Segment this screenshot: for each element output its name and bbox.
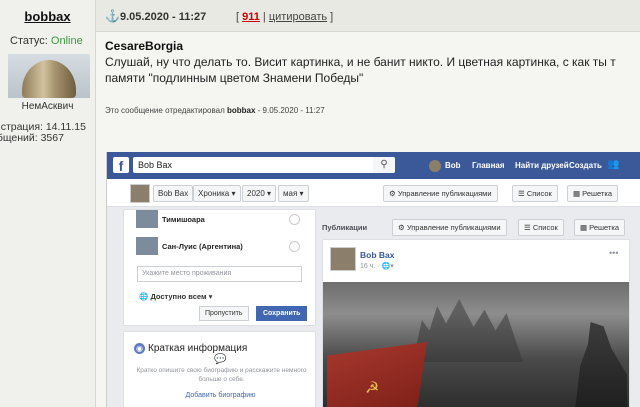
- fb-info-card: ◉ Краткая информация 💬 Кратко опишите св…: [123, 331, 316, 407]
- fb-list-button: ☰ Список: [512, 185, 558, 202]
- post-number-link[interactable]: 911: [242, 11, 260, 23]
- fb-list-label-2: Список: [532, 223, 558, 232]
- fb-nav-profile: Bob: [445, 161, 461, 170]
- edit-note: Это сообщение отредактировал bobbax - 9.…: [105, 106, 325, 115]
- fb-post-author: Bob Bax: [360, 250, 395, 260]
- fb-post: Bob Bax 16 ч. · 🌐▾ ••• ☭: [322, 239, 630, 407]
- fb-place-input: Укажите место проживания: [137, 266, 302, 282]
- user-panel: bobbax Статус: Online НемАсквич гистраци…: [0, 0, 96, 407]
- fb-subbar: Bob Bax Хроника ▾ 2020 ▾ мая ▾ ⚙ Управле…: [107, 179, 640, 207]
- post-date: 9.05.2020 - 11:27: [120, 11, 207, 23]
- place-thumbnail: [136, 237, 158, 255]
- embedded-screenshot: f Bob Bax ⚲ Bob Главная Найти друзей Соз…: [106, 152, 640, 407]
- fb-post-avatar: [330, 247, 356, 271]
- fb-list-label: Список: [526, 189, 552, 198]
- avatar-image: [22, 60, 76, 98]
- quote-link[interactable]: цитировать: [269, 11, 327, 23]
- facebook-logo-icon: f: [113, 157, 129, 174]
- fb-nav-friends: Найти друзей: [515, 161, 569, 170]
- fb-publications-label: Публикации: [322, 223, 368, 232]
- more-icon: •••: [609, 248, 619, 258]
- user-status: Статус: Online: [10, 35, 83, 47]
- fb-post-time: 16 ч. · 🌐▾: [360, 263, 394, 270]
- fb-save-button: Сохранить: [256, 306, 308, 321]
- fb-grid-label: Решетка: [582, 189, 613, 198]
- fb-month-chip: мая ▾: [278, 185, 309, 202]
- edit-prefix: Это сообщение отредактировал: [105, 106, 225, 115]
- anchor-icon[interactable]: ⚓: [105, 9, 120, 23]
- fb-search-input: Bob Bax: [133, 157, 395, 173]
- fb-manage-button-2: ⚙ Управление публикациями: [392, 219, 507, 236]
- fb-name-chip: Bob Bax: [153, 185, 194, 202]
- fb-post-photo: ☭: [323, 282, 629, 407]
- post-count: общений: 3567: [0, 132, 64, 144]
- place-item: Тимишоара: [162, 215, 205, 224]
- quoted-author: CesareBorgia: [105, 39, 184, 53]
- fb-skip-button: Пропустить: [199, 306, 249, 321]
- fb-list-button-2: ☰ Список: [518, 219, 564, 236]
- fb-topbar: f Bob Bax ⚲ Bob Главная Найти друзей Соз…: [107, 152, 640, 179]
- fb-year-label: 2020: [247, 189, 265, 198]
- post-links: [ 911 | цитировать ]: [236, 11, 334, 23]
- fb-timeline-chip: Хроника ▾: [193, 185, 241, 202]
- place-radio: [289, 214, 300, 225]
- fb-places-card: Тимишоара Сан-Луис (Аргентина) Укажите м…: [123, 209, 316, 326]
- fb-grid-button: ▦ Решетка: [567, 185, 619, 202]
- fb-grid-button-2: ▦ Решетка: [574, 219, 626, 236]
- edit-date: - 9.05.2020 - 11:27: [257, 106, 325, 115]
- search-icon: ⚲: [373, 157, 395, 173]
- post-text: Слушай, ну что делать то. Висит картинка…: [105, 55, 616, 85]
- fb-left-column: Тимишоара Сан-Луис (Аргентина) Укажите м…: [123, 209, 316, 407]
- speech-bubble-icon: 💬: [214, 354, 227, 365]
- fb-timeline-label: Хроника: [198, 189, 230, 198]
- fb-manage-label: Управление публикациями: [397, 189, 492, 198]
- place-item: Сан-Луис (Аргентина): [162, 242, 243, 251]
- place-thumbnail: [136, 210, 158, 228]
- fb-post-time-label: 16 ч. ·: [360, 263, 380, 270]
- fb-manage-label-2: Управление публикациями: [406, 223, 501, 232]
- fb-right-column: Публикации ⚙ Управление публикациями ☰ С…: [322, 209, 640, 407]
- fb-nav-create: Создать: [569, 161, 602, 170]
- fb-nav-home: Главная: [472, 161, 505, 170]
- fb-mini-avatar: [130, 184, 150, 203]
- fb-access-label: Доступно всем: [150, 292, 207, 301]
- fb-add-bio-link: Добавить биографию: [185, 392, 256, 399]
- fb-nav-avatar: [429, 160, 441, 172]
- photo-statue: [575, 322, 627, 407]
- fb-access-selector: 🌐 Доступно всем ▾: [139, 292, 213, 301]
- fb-year-chip: 2020 ▾: [242, 185, 277, 202]
- username-link[interactable]: bobbax: [0, 9, 95, 24]
- hammer-sickle-icon: ☭: [365, 380, 380, 397]
- photo-ruins: [413, 299, 523, 362]
- globe-icon: ◉: [134, 343, 145, 354]
- fb-manage-button: ⚙ Управление публикациями: [383, 185, 498, 202]
- status-online: Online: [50, 35, 83, 47]
- fb-info-title: Краткая информация: [148, 343, 248, 354]
- avatar: [8, 54, 90, 98]
- fb-info-text: Кратко опишите свою биографию и расскажи…: [136, 367, 307, 383]
- post-header: ⚓ 9.05.2020 - 11:27 [ 911 | цитировать ]: [96, 0, 640, 32]
- place-radio: [289, 241, 300, 252]
- edit-user: bobbax: [226, 106, 256, 115]
- friends-icon: 👥: [607, 159, 620, 170]
- status-label: Статус:: [10, 35, 48, 47]
- fb-month-label: мая: [283, 189, 298, 198]
- user-rank: НемАсквич: [21, 101, 74, 112]
- fb-grid-label-2: Решетка: [589, 223, 620, 232]
